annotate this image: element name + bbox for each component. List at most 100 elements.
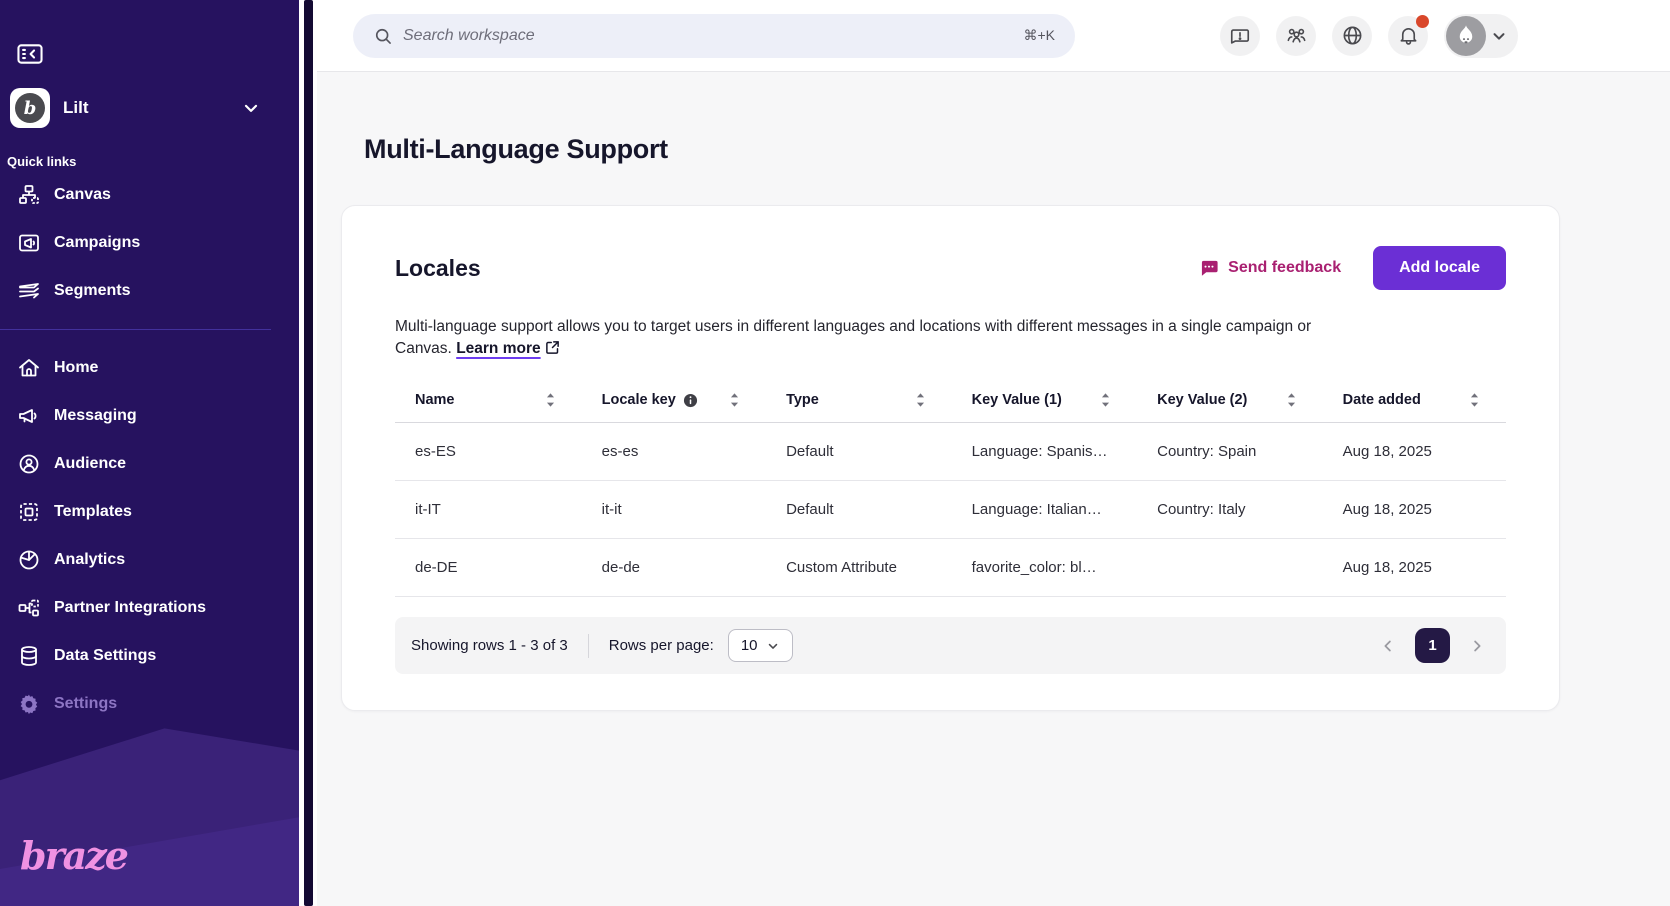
next-page-button[interactable]	[1464, 633, 1490, 659]
column-header-type[interactable]: Type	[766, 378, 952, 423]
sidebar-resize-gutter	[299, 0, 317, 906]
notification-badge	[1416, 15, 1429, 28]
panel-description: Multi-language support allows you to tar…	[395, 316, 1325, 360]
megaphone-icon	[16, 403, 42, 429]
sort-icon[interactable]	[915, 392, 926, 408]
user-avatar	[1446, 16, 1486, 56]
sort-icon[interactable]	[729, 392, 740, 408]
rows-per-page-select[interactable]: 10	[728, 629, 793, 662]
sidebar-item-messaging[interactable]: Messaging	[0, 392, 299, 440]
sidebar-item-templates[interactable]: Templates	[0, 488, 299, 536]
home-icon	[16, 355, 42, 381]
partner-integrations-icon	[16, 595, 42, 621]
sort-icon[interactable]	[1469, 392, 1480, 408]
table-row: it-IT it-it Default Language: Italian… C…	[395, 481, 1506, 539]
panel-actions: Send feedback Add locale	[1198, 246, 1506, 290]
campaigns-icon	[16, 230, 42, 256]
segments-icon	[16, 278, 42, 304]
table-row: es-ES es-es Default Language: Spanis… Co…	[395, 423, 1506, 481]
column-header-date-added[interactable]: Date added	[1323, 378, 1506, 423]
cell-date-added: Aug 18, 2025	[1323, 539, 1506, 597]
cell-locale-key: de-de	[582, 539, 766, 597]
page-number-button[interactable]: 1	[1415, 628, 1450, 663]
cell-type: Custom Attribute	[766, 539, 952, 597]
column-header-key-value-2[interactable]: Key Value (2)	[1137, 378, 1323, 423]
workspace-name: Lilt	[63, 98, 89, 118]
sidebar-item-campaigns[interactable]: Campaigns	[0, 219, 299, 267]
cell-locale-key: es-es	[582, 423, 766, 481]
gear-icon	[16, 691, 42, 717]
people-icon[interactable]	[1276, 16, 1316, 56]
learn-more-link[interactable]: Learn more	[456, 340, 559, 357]
sidebar-item-label: Segments	[54, 282, 130, 300]
cell-type: Default	[766, 481, 952, 539]
cell-key-value-2	[1137, 539, 1323, 597]
topbar-icon-cluster	[1220, 14, 1518, 58]
cell-date-added: Aug 18, 2025	[1323, 423, 1506, 481]
workspace-switcher[interactable]: b Lilt	[10, 88, 285, 128]
locales-table: Name Locale key Type Key Value (1) Key V…	[395, 378, 1506, 597]
sidebar-item-segments[interactable]: Segments	[0, 267, 299, 315]
feedback-bubble-icon[interactable]	[1220, 16, 1260, 56]
templates-icon	[16, 499, 42, 525]
workspace-search[interactable]: ⌘+K	[353, 14, 1075, 58]
send-feedback-label: Send feedback	[1228, 259, 1341, 277]
wave-shape	[0, 721, 299, 906]
page-content: Multi-Language Support Locales Se	[317, 72, 1670, 906]
cell-name: it-IT	[395, 481, 582, 539]
sidebar-item-label: Messaging	[54, 407, 137, 425]
panel-heading: Locales	[395, 255, 481, 282]
cell-name: de-DE	[395, 539, 582, 597]
pagination: 1	[1375, 628, 1490, 663]
person-circle-icon	[16, 451, 42, 477]
column-label: Date added	[1343, 392, 1421, 408]
search-input[interactable]	[403, 27, 1023, 45]
chevron-down-icon[interactable]	[241, 98, 261, 118]
external-link-icon	[545, 340, 560, 355]
pie-chart-icon	[16, 547, 42, 573]
column-label: Name	[415, 392, 455, 408]
sidebar-item-data-settings[interactable]: Data Settings	[0, 632, 299, 680]
notifications-bell-icon[interactable]	[1388, 16, 1428, 56]
sidebar-item-label: Settings	[54, 695, 117, 713]
sort-icon[interactable]	[1286, 392, 1297, 408]
braze-logo: braze	[20, 833, 127, 878]
globe-icon[interactable]	[1332, 16, 1372, 56]
info-icon[interactable]	[683, 393, 698, 408]
sidebar-collapse-icon[interactable]	[15, 40, 45, 68]
sidebar-item-label: Analytics	[54, 551, 125, 569]
sidebar-item-audience[interactable]: Audience	[0, 440, 299, 488]
column-header-locale-key[interactable]: Locale key	[582, 378, 766, 423]
sidebar-resize-handle[interactable]	[304, 0, 313, 906]
sidebar-item-canvas[interactable]: Canvas	[0, 171, 299, 219]
cell-key-value-2: Country: Spain	[1137, 423, 1323, 481]
sidebar-divider	[0, 329, 271, 330]
column-header-key-value-1[interactable]: Key Value (1)	[952, 378, 1138, 423]
sidebar-item-partner-integrations[interactable]: Partner Integrations	[0, 584, 299, 632]
canvas-icon	[16, 182, 42, 208]
sidebar-item-analytics[interactable]: Analytics	[0, 536, 299, 584]
sidebar-item-label: Partner Integrations	[54, 599, 206, 617]
sidebar-item-label: Templates	[54, 503, 132, 521]
sidebar-item-label: Audience	[54, 455, 126, 473]
cell-name: es-ES	[395, 423, 582, 481]
footer-divider	[588, 634, 589, 658]
learn-more-label: Learn more	[456, 340, 540, 357]
cell-date-added: Aug 18, 2025	[1323, 481, 1506, 539]
previous-page-button[interactable]	[1375, 633, 1401, 659]
database-icon	[16, 643, 42, 669]
column-label: Key Value (2)	[1157, 392, 1247, 408]
sort-icon[interactable]	[1100, 392, 1111, 408]
rows-per-page-value: 10	[741, 637, 758, 654]
sidebar-item-settings[interactable]: Settings	[0, 680, 299, 728]
quick-links-label: Quick links	[7, 154, 299, 169]
send-feedback-button[interactable]: Send feedback	[1198, 257, 1341, 279]
cell-key-value-1: Language: Italian…	[952, 481, 1138, 539]
sidebar-footer-art: braze	[0, 721, 299, 906]
sidebar-item-home[interactable]: Home	[0, 344, 299, 392]
sort-icon[interactable]	[545, 392, 556, 408]
table-row: de-DE de-de Custom Attribute favorite_co…	[395, 539, 1506, 597]
add-locale-button[interactable]: Add locale	[1373, 246, 1506, 290]
user-menu[interactable]	[1444, 14, 1518, 58]
column-header-name[interactable]: Name	[395, 378, 582, 423]
